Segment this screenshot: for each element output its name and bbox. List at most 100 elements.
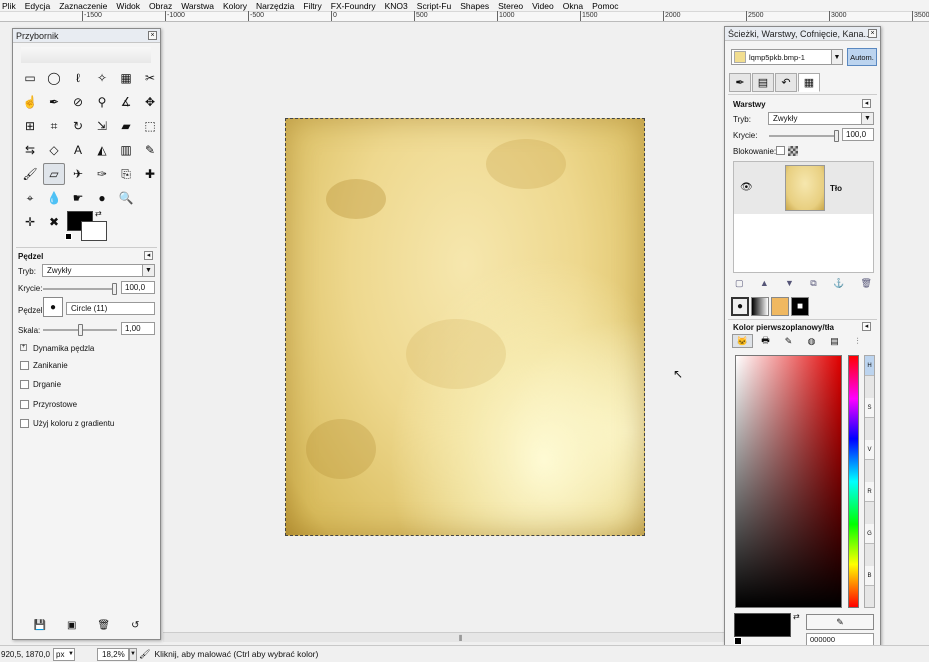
tab-brushes-icon[interactable]: ● (731, 297, 749, 316)
layer-opacity-knob[interactable] (834, 130, 839, 142)
paintbrush-icon[interactable]: 🖌 (19, 163, 41, 185)
heal-cross-icon[interactable]: ✖ (43, 211, 65, 233)
menu-item-7[interactable]: Narzędzia (256, 1, 294, 11)
wheel-selector-icon[interactable]: ◍ (801, 334, 822, 348)
menu-item-15[interactable]: Okna (563, 1, 583, 11)
channel-button-h[interactable]: H (865, 356, 874, 376)
lock-alpha-icon[interactable] (788, 146, 798, 156)
anchor-layer-icon[interactable]: ⚓ (833, 278, 844, 289)
hue-strip[interactable] (848, 355, 859, 608)
magnify-icon[interactable]: 🔍 (115, 187, 137, 209)
menu-item-9[interactable]: FX-Foundry (331, 1, 376, 11)
layer-mode-select[interactable]: Zwykły ▼ (768, 112, 874, 125)
airbrush-icon[interactable]: ✈ (67, 163, 89, 185)
menu-item-1[interactable]: Edycja (25, 1, 51, 11)
ink-icon[interactable]: ✑ (91, 163, 113, 185)
auto-button[interactable]: Autom. (847, 48, 877, 66)
layer-opacity-slider[interactable] (769, 130, 839, 142)
clone-icon[interactable]: ⎘ (115, 163, 137, 185)
close-icon[interactable]: × (868, 29, 877, 38)
menu-item-0[interactable]: Plik (2, 1, 16, 11)
pencil-icon[interactable]: ✎ (139, 139, 161, 161)
smudge-icon[interactable]: ☛ (67, 187, 89, 209)
flip-icon[interactable]: ⇆ (19, 139, 41, 161)
dock-menu-icon[interactable]: ◂ (862, 99, 871, 108)
delete-layer-icon[interactable]: 🗑 (861, 278, 872, 289)
cage-icon[interactable]: ◇ (43, 139, 65, 161)
menu-item-2[interactable]: Zaznaczenie (59, 1, 107, 11)
zoom-select[interactable]: 18,2% (97, 647, 129, 661)
vertical-scrollbar[interactable] (883, 26, 897, 632)
tab-undo-icon[interactable]: ↶ (775, 73, 797, 92)
scale-slider[interactable] (43, 324, 117, 336)
zoom-tool-icon[interactable]: ⚲ (91, 91, 113, 113)
scales-selector-icon[interactable]: ⫶ (847, 334, 868, 348)
perspective-icon[interactable]: ⬚ (139, 115, 161, 137)
chevron-down-icon[interactable]: ▼ (129, 647, 137, 661)
swap-colors-icon[interactable]: ⇄ (793, 612, 800, 621)
tab-paths-icon[interactable]: ✒ (729, 73, 751, 92)
menu-item-10[interactable]: KNO3 (385, 1, 408, 11)
default-colors-icon[interactable] (65, 233, 72, 240)
channel-button-r[interactable]: R (865, 482, 874, 502)
select-by-color-icon[interactable]: ▦ (115, 67, 137, 89)
jitter-checkbox[interactable] (20, 380, 29, 389)
channel-button-b[interactable]: B (865, 566, 874, 586)
lasso-icon[interactable]: ℓ (67, 67, 89, 89)
text-tool-icon[interactable]: A (67, 139, 89, 161)
palette-selector-icon[interactable]: ▤ (824, 334, 845, 348)
eraser-icon[interactable]: ▱ (43, 163, 65, 185)
move-icon[interactable]: ✥ (139, 91, 161, 113)
layer-opacity-input[interactable]: 100,0 (842, 128, 874, 141)
channel-button-s[interactable]: S (865, 398, 874, 418)
chevron-down-icon[interactable]: ▼ (861, 113, 873, 124)
tab-layers-icon[interactable]: ▦ (798, 73, 820, 92)
menu-item-8[interactable]: Filtry (303, 1, 321, 11)
menu-item-5[interactable]: Warstwa (181, 1, 214, 11)
color-picker-icon[interactable]: ⊘ (67, 91, 89, 113)
menu-item-12[interactable]: Shapes (460, 1, 489, 11)
tab-channels-icon[interactable]: ▤ (752, 73, 774, 92)
dock-menu-icon[interactable]: ◂ (862, 322, 871, 331)
fade-checkbox[interactable] (20, 361, 29, 370)
perspective-clone-icon[interactable]: ⌖ (19, 187, 41, 209)
menu-item-14[interactable]: Video (532, 1, 554, 11)
dock-menu-icon[interactable]: ◂ (144, 251, 153, 260)
scale-slider-knob[interactable] (78, 324, 83, 336)
paths-icon[interactable]: ✒ (43, 91, 65, 113)
chevron-down-icon[interactable]: ▼ (831, 50, 842, 64)
dynamics-label[interactable]: Dynamika pędzla (33, 344, 94, 353)
tab-colors-icon[interactable]: ■ (791, 297, 809, 316)
horizontal-scrollbar[interactable]: ⦀ (163, 632, 724, 644)
color-field[interactable] (735, 355, 842, 608)
printer-selector-icon[interactable]: 🖶 (755, 334, 776, 348)
raise-layer-icon[interactable]: ▲ (760, 278, 769, 289)
ellipse-select-icon[interactable]: ◯ (43, 67, 65, 89)
eye-icon[interactable]: 👁 (740, 182, 753, 193)
brush-selector-icon[interactable]: ✎ (778, 334, 799, 348)
fg-bg-colors[interactable]: ⇄ (65, 209, 113, 243)
dodge-burn-icon[interactable]: ● (91, 187, 113, 209)
lock-pixels-checkbox[interactable] (776, 146, 785, 155)
lower-layer-icon[interactable]: ▼ (785, 278, 794, 289)
delete-options-icon[interactable]: 🗑 (97, 620, 110, 631)
scale-input[interactable]: 1,00 (121, 322, 155, 335)
crop-icon[interactable]: ⌗ (43, 115, 65, 137)
menu-item-4[interactable]: Obraz (149, 1, 172, 11)
measure-icon[interactable]: ∡ (115, 91, 137, 113)
swap-colors-icon[interactable]: ⇄ (95, 209, 102, 218)
brush-name-field[interactable]: Circle (11) (66, 302, 155, 315)
mode-select[interactable]: Zwykły ▼ (42, 264, 155, 277)
channel-button-v[interactable]: V (865, 440, 874, 460)
blend-icon[interactable]: ▥ (115, 139, 137, 161)
unit-select[interactable]: px ▼ (53, 647, 75, 661)
image-selector[interactable]: lqmp5pkb.bmp-1 ▼ (731, 49, 843, 65)
magic-wand-icon[interactable]: ✧ (91, 67, 113, 89)
scroll-grip-icon[interactable]: ⦀ (459, 634, 463, 644)
current-fg-swatch[interactable] (734, 613, 791, 637)
scale-icon[interactable]: ⇲ (91, 115, 113, 137)
rotate-icon[interactable]: ↻ (67, 115, 89, 137)
save-options-icon[interactable]: 💾 (34, 620, 46, 631)
menu-item-3[interactable]: Widok (116, 1, 140, 11)
blur-icon[interactable]: 💧 (43, 187, 65, 209)
